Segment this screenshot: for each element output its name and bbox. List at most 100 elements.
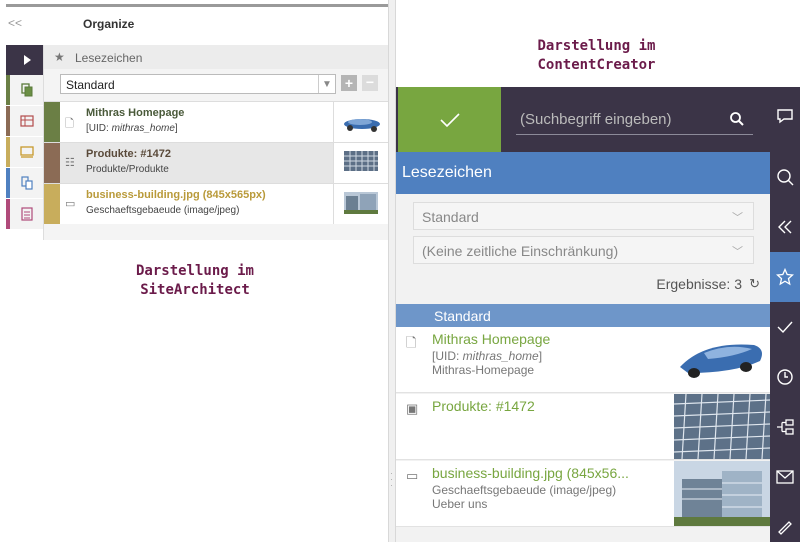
star-icon: ★ — [54, 50, 65, 64]
item-description: Geschaeftsgebaeude (image/jpeg) — [432, 483, 617, 497]
time-filter-select[interactable]: (Keine zeitliche Einschränkung) ﹀ — [413, 236, 754, 264]
database-icon — [20, 176, 33, 190]
caption-line: Darstellung im — [537, 38, 656, 54]
content-creator-caption: Darstellung im ContentCreator — [504, 37, 689, 75]
organize-header: << Organize — [0, 11, 390, 33]
bookmark-row[interactable]: ☷ Produkte: #1472 Produkte/Produkte — [44, 142, 389, 183]
item-folder: Ueber uns — [432, 497, 488, 511]
organize-title: Organize — [83, 17, 135, 31]
select-value: Standard — [66, 78, 115, 92]
media-icon: ▭ — [406, 468, 419, 483]
page-icon: 🗋 — [406, 335, 417, 350]
search-input[interactable]: (Suchbegriff eingeben) — [516, 107, 753, 135]
bookmarks-panel: Lesezeichen Standard ﹀ (Keine zeitliche … — [396, 152, 771, 542]
checkmark-icon — [777, 321, 793, 334]
remove-list-button[interactable]: − — [362, 75, 378, 91]
document-list-icon — [20, 207, 33, 221]
collapse-button[interactable] — [770, 202, 800, 252]
comment-icon — [777, 109, 793, 124]
site-architect-caption: Darstellung im SiteArchitect — [105, 262, 285, 300]
bookmark-list-select[interactable]: Standard ﹀ — [413, 202, 754, 230]
rail-pages-button[interactable] — [6, 75, 43, 105]
more-button[interactable] — [770, 502, 800, 542]
sitemap-icon — [777, 419, 794, 435]
item-uid: [UID: mithras_home] — [432, 349, 543, 363]
add-list-button[interactable]: + — [341, 75, 357, 91]
rail-play-button[interactable] — [6, 45, 43, 75]
bookmark-item[interactable]: ▭ business-building.jpg (845x56... Gesch… — [396, 461, 770, 527]
item-title: Mithras Homepage — [432, 331, 551, 347]
car-thumbnail — [333, 102, 389, 142]
edit-icon — [778, 521, 792, 535]
rail-data-button[interactable] — [6, 168, 43, 198]
row-accent — [44, 184, 60, 224]
panel-title: Lesezeichen — [402, 164, 492, 181]
bookmark-list-select[interactable]: Standard ▼ — [60, 74, 336, 94]
bookmarks-button[interactable] — [770, 252, 800, 302]
history-button[interactable] — [770, 352, 800, 402]
bookmark-item[interactable]: ▣ Produkte: #1472 — [396, 393, 771, 460]
page-icon: 🗋 — [65, 118, 74, 130]
caption-line: Darstellung im — [135, 263, 254, 279]
group-title: Standard — [434, 308, 491, 324]
collapse-button[interactable]: << — [8, 16, 22, 30]
building-thumbnail — [333, 184, 389, 224]
bookmark-row[interactable]: 🗋 Mithras Homepage [UID: mithras_home] — [44, 101, 389, 142]
rail-media-button[interactable] — [6, 137, 43, 167]
bookmarks-header: ★ Lesezeichen — [44, 45, 389, 69]
grip-icon: · · · — [390, 468, 393, 490]
screenshot-root: << Organize ★ Lesezeichen Standard ▼ + −… — [0, 0, 800, 542]
pages-icon — [20, 83, 32, 97]
row-subtitle: Geschaeftsgebaeude (image/jpeg) — [86, 205, 240, 216]
checkmark-icon — [439, 112, 460, 127]
row-title: Produkte: #1472 — [86, 148, 171, 160]
rail-structure-button[interactable] — [6, 106, 43, 136]
side-toolbar — [770, 87, 800, 542]
item-title: business-building.jpg (845x56... — [432, 465, 629, 481]
comments-button[interactable] — [770, 91, 800, 141]
site-architect-panel: << Organize ★ Lesezeichen Standard ▼ + −… — [0, 0, 390, 542]
row-subtitle: [UID: mithras_home] — [86, 123, 178, 134]
search-placeholder: (Suchbegriff eingeben) — [520, 111, 672, 128]
row-content: 🗋 Mithras Homepage [UID: mithras_home] — [60, 102, 333, 142]
item-description: Mithras-Homepage — [432, 363, 535, 377]
star-icon — [776, 268, 794, 286]
row-content: ☷ Produkte: #1472 Produkte/Produkte — [60, 143, 333, 183]
chevron-down-icon: ﹀ — [732, 246, 743, 258]
top-bar: (Suchbegriff eingeben) — [396, 87, 800, 152]
row-accent — [44, 102, 60, 142]
bookmarks-title: Lesezeichen — [75, 51, 143, 65]
tasks-button[interactable] — [770, 302, 800, 352]
chevron-down-icon: ﹀ — [732, 212, 743, 224]
solar-thumbnail — [333, 143, 389, 183]
row-title: Mithras Homepage — [86, 107, 185, 119]
select-value: (Keine zeitliche Einschränkung) — [422, 243, 619, 259]
rail-global-button[interactable] — [6, 199, 43, 229]
search-icon — [777, 169, 794, 186]
row-accent — [44, 143, 60, 183]
group-header: Standard — [396, 304, 770, 327]
messages-button[interactable] — [770, 452, 800, 502]
search-button[interactable] — [770, 152, 800, 202]
structure-button[interactable] — [770, 402, 800, 452]
top-divider — [6, 4, 388, 7]
media-icon — [19, 146, 34, 158]
envelope-icon — [776, 470, 794, 484]
panel-splitter[interactable]: · · · — [388, 0, 396, 542]
solar-thumbnail — [673, 393, 771, 460]
bookmark-row[interactable]: ▭ business-building.jpg (845x565px) Gesc… — [44, 183, 389, 224]
table-icon: ☷ — [65, 157, 75, 169]
bookmarks-header: Lesezeichen — [396, 152, 770, 194]
caption-line: ContentCreator — [537, 57, 656, 73]
table-icon — [19, 115, 34, 127]
confirm-button[interactable] — [398, 87, 501, 152]
search-icon[interactable] — [729, 111, 745, 127]
row-content: ▭ business-building.jpg (845x565px) Gesc… — [60, 184, 333, 224]
double-chevron-left-icon — [778, 220, 792, 234]
play-icon — [23, 55, 31, 65]
bookmark-item[interactable]: 🗋 Mithras Homepage [UID: mithras_home] M… — [396, 327, 770, 393]
row-subtitle: Produkte/Produkte — [86, 164, 169, 175]
bookmarks-panel: ★ Lesezeichen Standard ▼ + − 🗋 Mithras H… — [43, 45, 389, 240]
clock-icon — [777, 369, 793, 385]
refresh-icon[interactable]: ↻ — [749, 276, 760, 292]
